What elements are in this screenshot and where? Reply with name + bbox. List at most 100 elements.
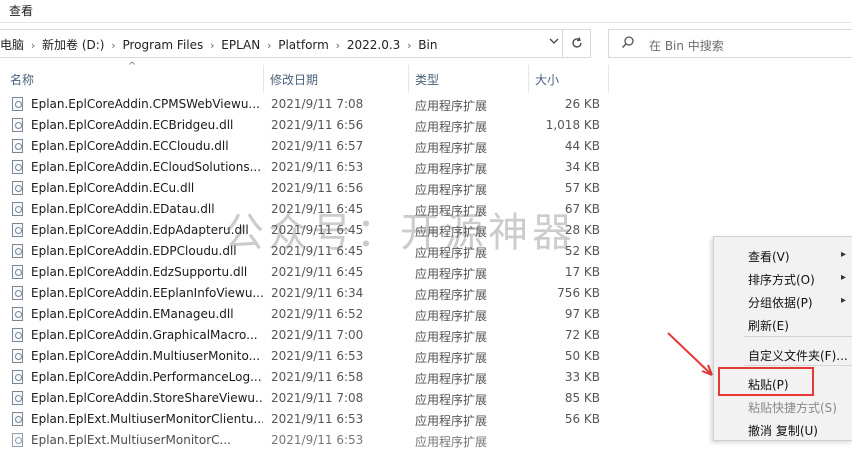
column-divider[interactable] — [528, 65, 529, 92]
file-size: 50 KB — [564, 349, 600, 363]
file-type: 应用程序扩展 — [415, 435, 488, 449]
file-date: 2021/9/11 6:53 — [271, 433, 364, 447]
file-type: 应用程序扩展 — [415, 120, 488, 134]
breadcrumb: 电脑 › 新加卷 (D:) › Program Files › EPLAN › Platform… — [0, 36, 437, 53]
crumb-drive-d[interactable]: 新加卷 (D:) — [42, 36, 104, 53]
crumb-bin[interactable]: Bin — [418, 38, 437, 52]
dll-file-icon — [12, 244, 23, 258]
crumb-version[interactable]: 2022.0.3 — [347, 38, 400, 52]
dll-file-icon — [12, 118, 23, 132]
column-divider[interactable] — [263, 65, 264, 92]
dll-file-icon — [12, 139, 23, 153]
file-row[interactable]: Eplan.EplCoreAddin.CPMSWebViewu... 2021/9… — [0, 94, 852, 115]
file-name: Eplan.EplCoreAddin.ECloudSolutions... — [31, 160, 262, 174]
column-divider[interactable] — [408, 65, 409, 92]
file-name: Eplan.EplCoreAddin.MultiuserMonito... — [31, 349, 261, 363]
file-date: 2021/9/11 6:53 — [271, 160, 364, 174]
file-type: 应用程序扩展 — [415, 330, 488, 344]
file-date: 2021/9/11 6:52 — [271, 307, 364, 321]
menu-item-view[interactable]: 查看(V) — [748, 248, 790, 265]
dll-file-icon — [12, 328, 23, 342]
file-date: 2021/9/11 6:34 — [271, 286, 364, 300]
search-box[interactable]: 在 Bin 中搜索 — [608, 29, 852, 58]
menu-item-customize-folder[interactable]: 自定义文件夹(F)... — [748, 347, 848, 364]
file-name: Eplan.EplCoreAddin.StoreShareViewu... — [31, 391, 263, 405]
chevron-right-icon[interactable]: › — [329, 39, 347, 52]
file-date: 2021/9/11 6:45 — [271, 265, 364, 279]
file-date: 2021/9/11 6:57 — [271, 139, 364, 153]
menu-item-paste-shortcut[interactable]: 粘贴快捷方式(S) — [748, 399, 837, 416]
file-type: 应用程序扩展 — [415, 183, 488, 197]
crumb-platform[interactable]: Platform — [278, 38, 329, 52]
file-size: 72 KB — [564, 328, 600, 342]
crumb-computer[interactable]: 电脑 — [0, 36, 24, 53]
file-type: 应用程序扩展 — [415, 267, 488, 281]
file-size: 56 KB — [564, 412, 600, 426]
column-name[interactable]: 名称 — [10, 71, 34, 88]
file-date: 2021/9/11 6:56 — [271, 181, 364, 195]
watermark-text: 公众号：开源神器 — [224, 210, 576, 256]
crumb-eplan[interactable]: EPLAN — [221, 38, 260, 52]
chevron-right-icon[interactable]: › — [104, 39, 122, 52]
dll-file-icon — [12, 202, 23, 216]
file-name: Eplan.EplCoreAddin.GraphicalMacro... — [31, 328, 258, 342]
file-type: 应用程序扩展 — [415, 414, 488, 428]
address-bar[interactable]: 电脑 › 新加卷 (D:) › Program Files › EPLAN › Platform… — [0, 29, 591, 58]
dll-file-icon — [12, 160, 23, 174]
dll-file-icon — [12, 391, 23, 405]
menu-separator — [744, 336, 852, 337]
menu-item-sort-by[interactable]: 排序方式(O) — [748, 271, 815, 288]
dll-file-icon — [12, 433, 23, 447]
file-row[interactable]: Eplan.EplCoreAddin.ECBridgeu.dll 2021/9/1… — [0, 115, 852, 136]
chevron-right-icon: ▸ — [840, 272, 846, 283]
file-row[interactable]: Eplan.EplCoreAddin.ECloudSolutions... 202… — [0, 157, 852, 178]
file-date: 2021/9/11 7:08 — [271, 97, 364, 111]
tab-view[interactable]: 查看 — [9, 2, 33, 19]
chevron-right-icon: ▸ — [840, 295, 846, 306]
chevron-right-icon[interactable]: › — [400, 39, 418, 52]
file-size: 34 KB — [564, 160, 600, 174]
context-menu: 查看(V) ▸ 排序方式(O) ▸ 分组依据(P) ▸ 刷新(E) 自定义文件夹… — [713, 236, 852, 441]
file-row[interactable]: Eplan.EplCoreAddin.ECu.dll 2021/9/11 6:56… — [0, 178, 852, 199]
file-type: 应用程序扩展 — [415, 288, 488, 302]
menu-item-group-by[interactable]: 分组依据(P) — [748, 294, 813, 311]
file-name: Eplan.EplCoreAddin.CPMSWebViewu... — [31, 97, 260, 111]
file-date: 2021/9/11 6:56 — [271, 118, 364, 132]
dll-file-icon — [12, 97, 23, 111]
menu-separator — [744, 365, 852, 366]
chevron-right-icon[interactable]: › — [203, 39, 221, 52]
dll-file-icon — [12, 223, 23, 237]
column-date[interactable]: 修改日期 — [270, 71, 318, 88]
column-type[interactable]: 类型 — [415, 71, 439, 88]
chevron-down-icon[interactable] — [546, 35, 562, 51]
search-input[interactable]: 在 Bin 中搜索 — [649, 37, 724, 54]
chevron-right-icon[interactable]: › — [24, 39, 42, 52]
file-name: Eplan.EplCoreAddin.ECu.dll — [31, 181, 195, 195]
column-size[interactable]: 大小 — [535, 71, 559, 88]
file-name: Eplan.EplExt.MultiuserMonitorC... — [31, 433, 231, 447]
dll-file-icon — [12, 370, 23, 384]
file-name: Eplan.EplCoreAddin.EEplanInfoViewu... — [31, 286, 263, 300]
file-size: 33 KB — [564, 370, 600, 384]
search-icon — [621, 35, 635, 53]
dll-file-icon — [12, 412, 23, 426]
crumb-program-files[interactable]: Program Files — [122, 38, 203, 52]
chevron-right-icon[interactable]: › — [260, 39, 278, 52]
file-row[interactable]: Eplan.EplCoreAddin.ECCloudu.dll 2021/9/11… — [0, 136, 852, 157]
dll-file-icon — [12, 286, 23, 300]
menu-item-refresh[interactable]: 刷新(E) — [748, 317, 789, 334]
column-header: ^ 名称 修改日期 类型 大小 — [0, 61, 852, 92]
annotation-highlight-box — [718, 367, 814, 396]
ribbon-bar: 查看 — [0, 0, 852, 23]
file-type: 应用程序扩展 — [415, 372, 488, 386]
file-name: Eplan.EplCoreAddin.EManageu.dll — [31, 307, 234, 321]
column-divider[interactable] — [608, 65, 609, 92]
dll-file-icon — [12, 349, 23, 363]
menu-item-undo-copy[interactable]: 撤消 复制(U) — [748, 422, 818, 439]
refresh-icon[interactable] — [562, 30, 590, 57]
file-date: 2021/9/11 7:00 — [271, 328, 364, 342]
file-size: 44 KB — [564, 139, 600, 153]
file-date: 2021/9/11 6:53 — [271, 412, 364, 426]
file-name: Eplan.EplCoreAddin.EdzSupportu.dll — [31, 265, 248, 279]
chevron-right-icon: ▸ — [840, 249, 846, 260]
